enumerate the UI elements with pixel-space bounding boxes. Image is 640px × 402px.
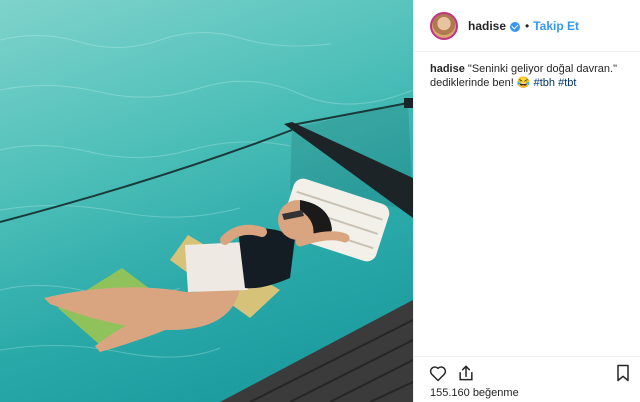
share-icon[interactable] (456, 363, 476, 383)
post-sidebar: hadise • Takip Et hadise "Seninki geliyo… (413, 0, 640, 402)
hashtag-link[interactable]: #tbt (558, 77, 576, 89)
heart-icon[interactable] (428, 363, 448, 383)
follow-button[interactable]: Takip Et (533, 19, 579, 33)
bookmark-icon[interactable] (613, 363, 633, 383)
username-link[interactable]: hadise (468, 19, 506, 33)
avatar[interactable] (430, 11, 458, 40)
likes-count[interactable]: 155.160 beğenme (430, 387, 519, 399)
verified-badge-icon (510, 21, 521, 32)
hashtag-link[interactable]: #tbh (534, 77, 555, 89)
caption-username[interactable]: hadise (430, 63, 465, 75)
instagram-post: hadise • Takip Et hadise "Seninki geliyo… (0, 0, 640, 402)
post-caption: hadise "Seninki geliyor doğal davran." d… (414, 52, 640, 90)
photo-illustration (0, 32, 413, 402)
separator-dot: • (525, 18, 530, 33)
action-bar (414, 356, 640, 386)
post-header: hadise • Takip Et (414, 0, 640, 52)
post-photo[interactable] (0, 0, 413, 402)
